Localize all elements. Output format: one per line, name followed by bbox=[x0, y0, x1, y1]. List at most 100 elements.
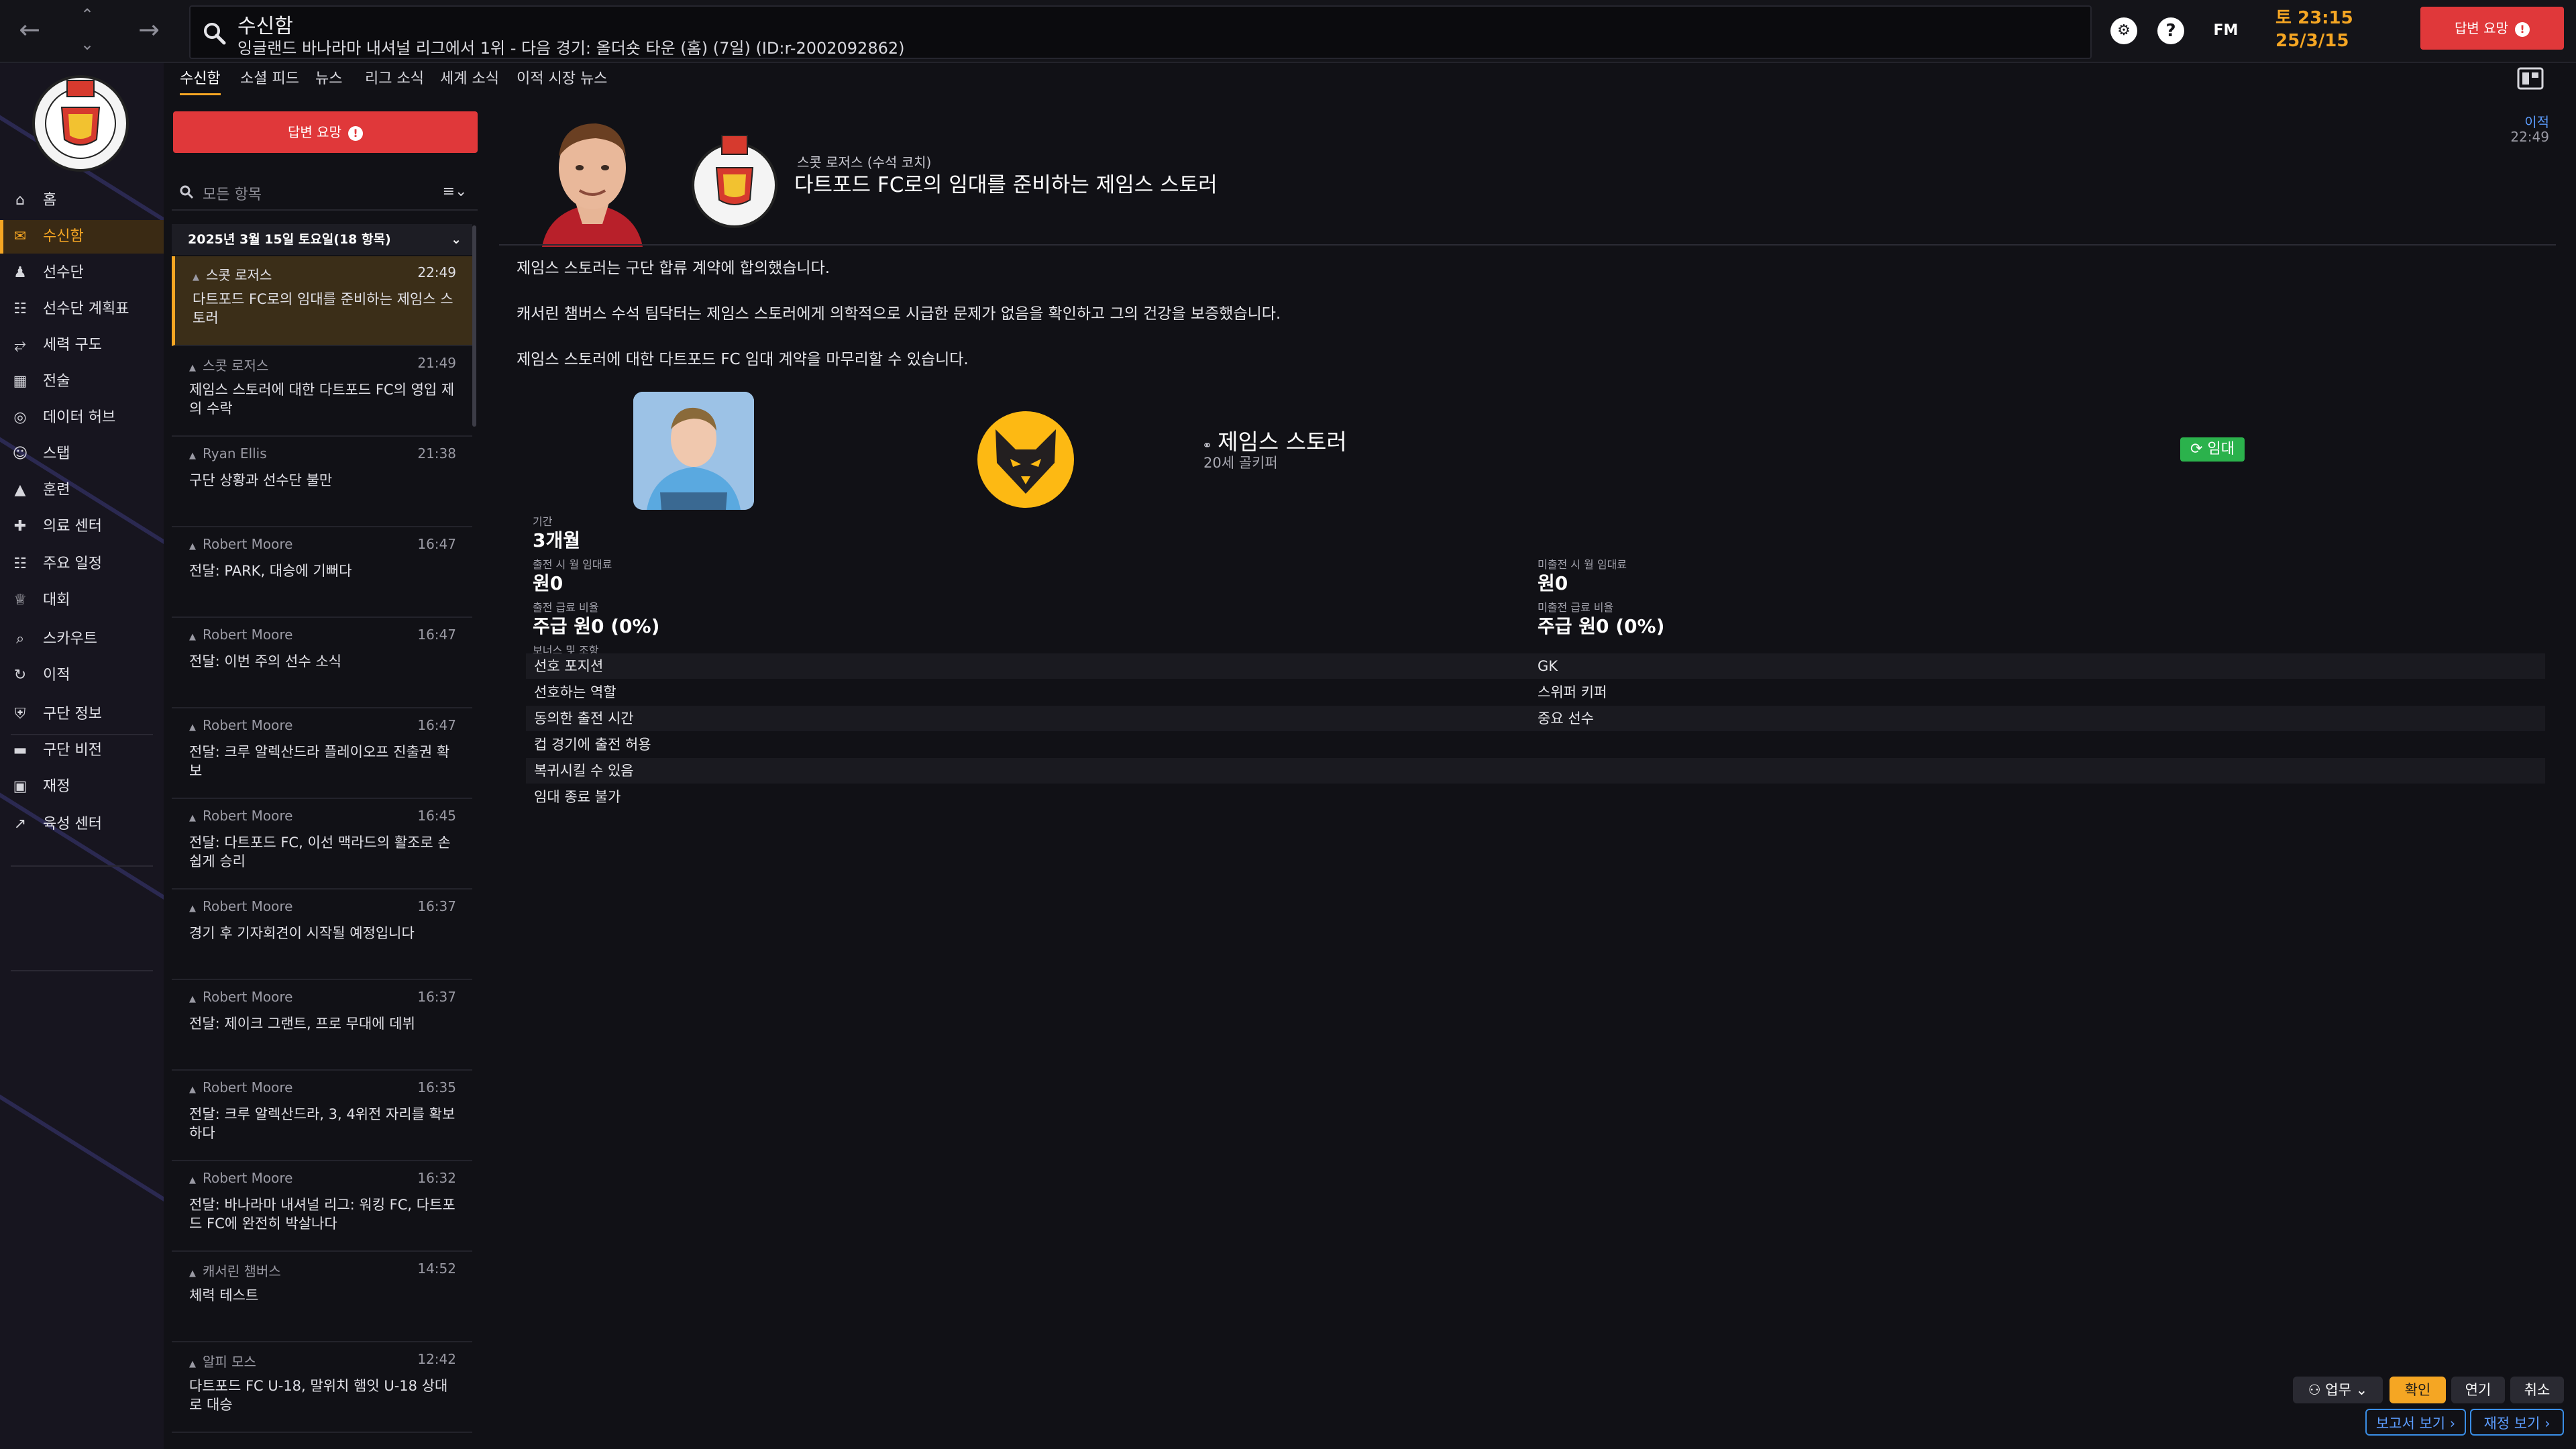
tab-inbox[interactable]: 수신함 bbox=[180, 68, 221, 95]
sidebar-item[interactable]: ⌕ 스카우트 bbox=[0, 623, 164, 656]
sidebar-item[interactable]: ⛨ 구단 정보 bbox=[0, 698, 164, 731]
fm-icon[interactable]: FM bbox=[2207, 17, 2245, 44]
sidebar-item-label: 수신함 bbox=[43, 228, 84, 245]
sidebar-item[interactable]: ▣ 재정 bbox=[0, 770, 164, 804]
sidebar-item[interactable]: ⌂ 홈 bbox=[0, 184, 164, 217]
list-item[interactable]: 스콧 로저스 21:49 제임스 스토러에 대한 다트포드 FC의 영입 제의 수락 bbox=[172, 347, 472, 437]
sidebar-item[interactable]: ▦ 전술 bbox=[0, 365, 164, 398]
sidebar: ⌂ 홈 ✉ 수신함 ♟ 선수단 ☷ 선수단 계획표 ⥂ 세력 구도 ▦ 전술 ◎ 데이터 허브 ☺ 스탭 ▲ 훈련… bbox=[0, 63, 164, 1449]
finance-icon: ▣ bbox=[13, 778, 28, 795]
list-item[interactable]: 스콧 로저스 22:49 다트포드 FC로의 임대를 준비하는 제임스 스토러 bbox=[172, 256, 472, 346]
game-time: 토 23:15 bbox=[2275, 8, 2353, 28]
view-finance-button[interactable]: 재정 보기 › bbox=[2470, 1409, 2564, 1436]
sidebar-item[interactable]: ◎ 데이터 허브 bbox=[0, 401, 164, 435]
inbox-filter-input[interactable]: 모든 항목 ≡⌄ bbox=[172, 173, 478, 211]
trophy-icon: ♕ bbox=[13, 592, 27, 608]
tab-league-news[interactable]: 리그 소식 bbox=[365, 68, 424, 95]
list-item[interactable]: Robert Moore 16:37경기 후 기자회견이 시작될 예정입니다 bbox=[172, 890, 472, 980]
search-bar[interactable]: 수신함 잉글랜드 바나라마 내셔널 리그에서 1위 - 다음 경기: 올더숏 타… bbox=[189, 5, 2092, 59]
tab-world-news[interactable]: 세계 소식 bbox=[440, 68, 499, 95]
sidebar-item[interactable]: ♕ 대회 bbox=[0, 584, 164, 617]
sidebar-item[interactable]: ☷ 선수단 계획표 bbox=[0, 292, 164, 326]
forward-arrow-icon[interactable]: → bbox=[129, 9, 169, 50]
chevron-right-icon: › bbox=[2544, 1415, 2551, 1432]
sidebar-item[interactable]: ▬ 구단 비전 bbox=[0, 734, 164, 767]
bug-report-icon[interactable]: ⚙ bbox=[2110, 17, 2137, 44]
sidebar-item[interactable]: ▲ 훈련 bbox=[0, 474, 164, 507]
fee-unplayed-value: 원0 bbox=[1538, 572, 1568, 594]
loan-badge-label: 임대 bbox=[2207, 441, 2235, 458]
chevron-right-icon: › bbox=[2449, 1415, 2456, 1432]
sidebar-item[interactable]: ↗ 육성 센터 bbox=[0, 808, 164, 841]
message-list-scrollbar[interactable] bbox=[472, 225, 476, 427]
list-item[interactable]: Robert Moore 16:37전달: 제이크 그랜트, 프로 무대에 데뷔 bbox=[172, 981, 472, 1071]
tab-transfer-news[interactable]: 이적 시장 뉴스 bbox=[517, 68, 607, 95]
duties-button[interactable]: ⚇ 업무 ⌄ bbox=[2293, 1377, 2383, 1403]
help-icon[interactable]: ? bbox=[2157, 17, 2184, 44]
player-name[interactable]: ⚭ 제임스 스토러 bbox=[1202, 424, 1347, 456]
message-sender: Robert Moore bbox=[189, 808, 292, 824]
back-arrow-icon[interactable]: ← bbox=[9, 9, 50, 50]
term-label: 선호 포지션 bbox=[534, 658, 604, 674]
club-crest-logo[interactable] bbox=[27, 67, 134, 174]
message-sender: 캐서린 챔버스 bbox=[189, 1260, 281, 1280]
list-item[interactable]: Robert Moore 16:47 전달: PARK, 대승에 기뻐다 bbox=[172, 528, 472, 618]
respond-required-button[interactable]: 답변 요망! bbox=[2420, 7, 2564, 50]
sidebar-item-label: 스탭 bbox=[43, 445, 70, 462]
message-title: 다트포드 FC로의 임대를 준비하는 제임스 스토러 bbox=[794, 173, 1218, 197]
sidebar-item-label: 이적 bbox=[43, 667, 70, 684]
sidebar-item[interactable]: ✉ 수신함 bbox=[0, 220, 164, 254]
staff-photo[interactable] bbox=[535, 103, 649, 247]
date-group-header[interactable]: 2025년 3월 15일 토요일(18 항목) ⌄ bbox=[172, 224, 472, 255]
layout-icon[interactable] bbox=[2517, 67, 2544, 90]
list-item[interactable]: Robert Moore 16:47 전달: 크루 알렉산드라 플레이오프 진출권 … bbox=[172, 709, 472, 799]
sidebar-item[interactable]: ✚ 의료 센터 bbox=[0, 510, 164, 543]
tab-social-feed[interactable]: 소셜 피드 bbox=[240, 68, 299, 95]
message-sender: 알피 모스 bbox=[189, 1351, 256, 1371]
wolves-club-logo[interactable] bbox=[975, 409, 1076, 510]
calendar-icon: ☷ bbox=[13, 555, 27, 572]
duties-icon: ⚇ bbox=[2308, 1382, 2321, 1398]
view-report-button[interactable]: 보고서 보기 › bbox=[2365, 1409, 2466, 1436]
sidebar-item[interactable]: ↻ 이적 bbox=[0, 659, 164, 692]
sidebar-item[interactable]: ⥂ 세력 구도 bbox=[0, 329, 164, 362]
confirm-button[interactable]: 확인 bbox=[2390, 1377, 2446, 1403]
list-item[interactable]: Robert Moore 16:47 전달: 이번 주의 선수 소식 bbox=[172, 619, 472, 708]
chevron-down-icon[interactable]: ⌄ bbox=[72, 30, 102, 59]
sidebar-item[interactable]: ☺ 스탭 bbox=[0, 437, 164, 471]
page-subtitle: 잉글랜드 바나라마 내셔널 리그에서 1위 - 다음 경기: 올더숏 타운 (홈… bbox=[237, 39, 905, 58]
tab-news[interactable]: 뉴스 bbox=[315, 68, 342, 95]
sidebar-item-label: 세력 구도 bbox=[43, 337, 102, 354]
delay-button[interactable]: 연기 bbox=[2451, 1377, 2505, 1403]
list-item[interactable]: 캐서린 챔버스 14:52 체력 테스트 bbox=[172, 1252, 472, 1342]
club-crest-logo[interactable] bbox=[690, 121, 780, 235]
development-icon: ↗ bbox=[13, 816, 27, 833]
list-item[interactable]: Robert Moore 16:45 전달: 다트포드 FC, 이선 맥라드의 활조… bbox=[172, 800, 472, 890]
header-divider bbox=[499, 244, 2556, 246]
sidebar-item-label: 선수단 계획표 bbox=[43, 301, 129, 317]
chevron-up-icon[interactable]: ⌃ bbox=[72, 0, 102, 30]
sidebar-item[interactable]: ☷ 주요 일정 bbox=[0, 547, 164, 581]
cancel-button[interactable]: 취소 bbox=[2510, 1377, 2564, 1403]
message-time: 16:37 bbox=[417, 989, 456, 1005]
decorative-stripe bbox=[0, 1069, 164, 1258]
player-photo[interactable] bbox=[633, 392, 754, 510]
list-item[interactable]: Ryan Ellis 21:38 구단 상황과 선수단 불만 bbox=[172, 437, 472, 527]
fee-played-value: 원0 bbox=[533, 572, 564, 594]
list-item[interactable]: Robert Moore 16:35 전달: 크루 알렉산드라, 3, 4위전 자리… bbox=[172, 1071, 472, 1161]
message-detail: 스콧 로저스 (수석 코치) 다트포드 FC로의 임대를 준비하는 제임스 스토… bbox=[499, 97, 2563, 1449]
sidebar-item[interactable]: ♟ 선수단 bbox=[0, 256, 164, 290]
staff-icon: ☺ bbox=[12, 445, 28, 462]
data-hub-icon: ◎ bbox=[13, 409, 27, 426]
list-item[interactable]: Robert Moore 16:32 전달: 바나라마 내셔널 리그: 워킹 FC,… bbox=[172, 1162, 472, 1252]
loan-badge: ⟳ 임대 bbox=[2180, 437, 2245, 462]
message-time: 16:47 bbox=[417, 627, 456, 643]
list-item[interactable]: 알피 모스 12:42 다트포드 FC U-18, 말위치 햄잇 U-18 상대로 … bbox=[172, 1343, 472, 1433]
respond-required-button-list[interactable]: 답변 요망! bbox=[173, 111, 478, 153]
sort-menu-icon[interactable]: ≡⌄ bbox=[439, 180, 471, 204]
view-report-label: 보고서 보기 bbox=[2375, 1415, 2446, 1432]
message-sender: Robert Moore bbox=[189, 627, 292, 643]
transfer-tag[interactable]: 이적 bbox=[2524, 111, 2549, 131]
term-label: 임대 종료 불가 bbox=[534, 789, 621, 805]
game-date[interactable]: 토 23:15 25/3/15 bbox=[2259, 7, 2394, 54]
